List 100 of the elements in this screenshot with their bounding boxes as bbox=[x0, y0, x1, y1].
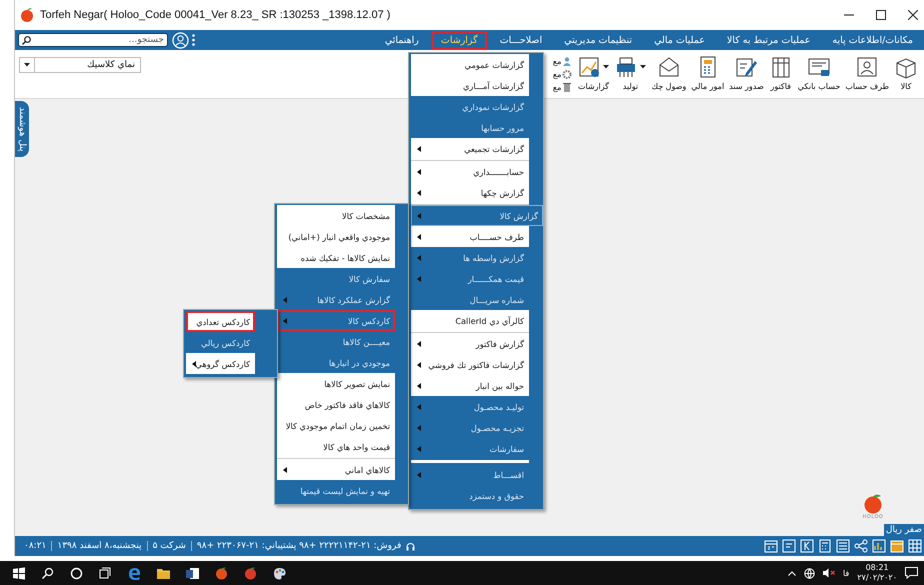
user-icon[interactable] bbox=[172, 32, 189, 48]
document-icon[interactable] bbox=[186, 566, 199, 580]
toolbar-button[interactable]: وصول چك bbox=[651, 52, 686, 98]
side-panel-tab[interactable]: پنل هوشمند bbox=[15, 101, 29, 158]
menu-item[interactable]: سفارشات bbox=[411, 438, 529, 459]
close-icon[interactable] bbox=[908, 10, 918, 20]
chart-icon bbox=[577, 55, 602, 79]
toolbar-button[interactable]: مع bbox=[552, 68, 572, 80]
toolbar-button[interactable]: امور مالي bbox=[691, 52, 724, 98]
headset-icon bbox=[406, 542, 416, 550]
menu-item[interactable]: گزارشات نموداري bbox=[411, 96, 529, 117]
menu-item[interactable]: كاردكس كالا bbox=[277, 310, 395, 331]
toolbar-button[interactable]: توليد bbox=[614, 52, 646, 98]
menu-item[interactable]: گزارشات فاكتور تك فروشي bbox=[411, 354, 529, 375]
menu-item[interactable]: تنظيمات مديريتي bbox=[555, 30, 642, 50]
menu-item[interactable]: عمليات مرتبط به كالا bbox=[718, 30, 820, 50]
menu-item[interactable]: گزارشات bbox=[432, 30, 487, 50]
more-icon[interactable] bbox=[192, 34, 195, 46]
list-icon[interactable] bbox=[836, 539, 850, 553]
share-icon[interactable] bbox=[854, 539, 868, 553]
key-icon[interactable] bbox=[800, 539, 814, 553]
maximize-icon[interactable] bbox=[876, 10, 886, 20]
menu-item[interactable]: مرور حسابها bbox=[411, 117, 529, 138]
menu-item[interactable]: گزارش فاكتور bbox=[411, 333, 529, 354]
palette-icon[interactable] bbox=[273, 566, 286, 580]
menu-item[interactable]: عمليات مالي bbox=[645, 30, 714, 50]
menu-item[interactable]: قيمت واحد هاي كالا bbox=[277, 436, 395, 457]
menu-item[interactable]: طرف حســــاب bbox=[411, 226, 529, 247]
menu-item[interactable]: سفارش كالا bbox=[277, 268, 395, 289]
toolbar-button[interactable]: فاكتور bbox=[768, 52, 793, 98]
view-select[interactable]: نماي كلاسيك bbox=[19, 57, 141, 73]
menu-item[interactable]: حواله بين انبار bbox=[411, 375, 529, 396]
menu-item[interactable]: راهنمائي bbox=[376, 30, 428, 50]
search-field[interactable]: جستجو... bbox=[18, 33, 168, 47]
menu-item[interactable]: توليـد محصـول bbox=[411, 396, 529, 417]
menu-item[interactable]: حسابـــــــداري bbox=[411, 161, 529, 182]
menu-item[interactable]: اصلاحـــات bbox=[490, 30, 552, 50]
clock-text: ۰۸:۲۱ bbox=[19, 541, 52, 551]
menu-item[interactable]: كالاهاي اماني bbox=[277, 459, 395, 480]
task-view-icon[interactable] bbox=[99, 566, 112, 580]
toolbar-button[interactable]: طرف حساب bbox=[845, 52, 889, 98]
menu-item[interactable]: حقوق و دستمزد bbox=[411, 485, 529, 506]
chart-icon[interactable] bbox=[872, 539, 886, 553]
menu-item[interactable]: گزارش كالا bbox=[411, 205, 543, 226]
menu-item[interactable]: مكانات/اطلاعات پايه bbox=[823, 30, 922, 50]
menu-item[interactable]: كالاهاي فاقد فاكتور خاص bbox=[277, 394, 395, 415]
toolbar-button[interactable]: صدور سند bbox=[729, 52, 764, 98]
menu-item[interactable]: اقســـاط bbox=[411, 464, 529, 485]
toolbar-button[interactable]: كالا bbox=[894, 52, 918, 98]
calendar-icon[interactable] bbox=[764, 539, 778, 553]
menu-item[interactable]: موجودي در انبارها bbox=[277, 352, 395, 373]
menu-item[interactable]: مشخصات كالا bbox=[277, 205, 395, 226]
menu-item[interactable]: تخمين زمان اتمام موجودي كالا bbox=[277, 415, 395, 436]
menu-item[interactable]: تهيه و نمايش ليست قيمتها bbox=[277, 480, 395, 501]
toolbar-button[interactable]: مع bbox=[552, 55, 572, 67]
circle-icon[interactable] bbox=[70, 566, 83, 580]
language-indicator[interactable]: فا bbox=[842, 568, 850, 578]
menu-item[interactable]: گزارشات تجميعي bbox=[411, 138, 529, 159]
menu-item[interactable]: موجودي واقعي انبار (+اماني) bbox=[277, 226, 395, 247]
note-icon[interactable] bbox=[782, 539, 796, 553]
person-icon bbox=[562, 56, 572, 66]
notification-icon[interactable] bbox=[905, 567, 918, 579]
search-icon[interactable] bbox=[22, 36, 31, 45]
caret-icon[interactable] bbox=[788, 570, 796, 576]
fruit-icon[interactable] bbox=[215, 566, 228, 580]
search-icon[interactable] bbox=[41, 566, 54, 580]
fruit-icon[interactable] bbox=[244, 566, 257, 580]
menu-item[interactable]: قيمت همكــــــار bbox=[411, 268, 529, 289]
menu-item[interactable]: گزارشات آمـــاري bbox=[411, 75, 529, 96]
menu-item[interactable]: گزارش عملكرد كالاها bbox=[277, 289, 395, 310]
menu-item[interactable]: گزارش چكها bbox=[411, 182, 529, 203]
menu-item[interactable]: كاردكس تعدادي bbox=[186, 311, 255, 332]
menu-item[interactable]: كاردكس گروهي bbox=[186, 353, 255, 374]
calculator-icon[interactable] bbox=[818, 539, 832, 553]
menu-item[interactable]: شماره سريـــال bbox=[411, 289, 529, 310]
browser-icon[interactable] bbox=[128, 566, 141, 580]
toolbar-button[interactable]: حساب بانكي bbox=[798, 52, 840, 98]
calendar-icon[interactable] bbox=[890, 539, 904, 553]
menu-item[interactable]: تجزيـه محصـول bbox=[411, 417, 529, 438]
menu-item[interactable]: معيــــن كالاها bbox=[277, 331, 395, 352]
contact-text: فروش: ۲۱-۲۲۲۲۱۱۴۲ +۹۸ پشتيباني: ۲۱-۲۲۳۰۶۷ +۹۸ bbox=[196, 541, 402, 551]
grid-icon[interactable] bbox=[908, 539, 922, 553]
window-title: Torfeh Negar( Holoo_Code 00041_Ver 8.23_ SR :130253 _1398.12.07 ) bbox=[40, 9, 392, 21]
menu-item[interactable]: گزارشات عمومي bbox=[411, 54, 529, 75]
gear-icon bbox=[562, 68, 572, 80]
start-icon[interactable] bbox=[12, 566, 25, 580]
menu-item[interactable]: نمايش تصوير كالاها bbox=[277, 373, 395, 394]
menu-item[interactable]: كالرآي دي CallerId bbox=[411, 310, 529, 331]
speaker-muted-icon[interactable] bbox=[822, 568, 835, 578]
logo-icon bbox=[862, 494, 884, 514]
company-text: شركت ۵ bbox=[148, 541, 192, 551]
menu-item[interactable]: گزارش واسطه ها bbox=[411, 247, 529, 268]
folder-icon[interactable] bbox=[157, 566, 170, 580]
menu-item[interactable]: نمايش كالاها - تفكيك شده bbox=[277, 247, 395, 268]
globe-icon[interactable] bbox=[804, 568, 815, 578]
menu-item[interactable]: كاردكس ريالي bbox=[186, 332, 255, 353]
balance-badge: صفر ريال bbox=[884, 524, 924, 536]
contact-card-icon bbox=[855, 55, 880, 79]
toolbar-button[interactable]: مع bbox=[552, 81, 572, 93]
toolbar-button[interactable]: گزارشات bbox=[577, 52, 610, 98]
